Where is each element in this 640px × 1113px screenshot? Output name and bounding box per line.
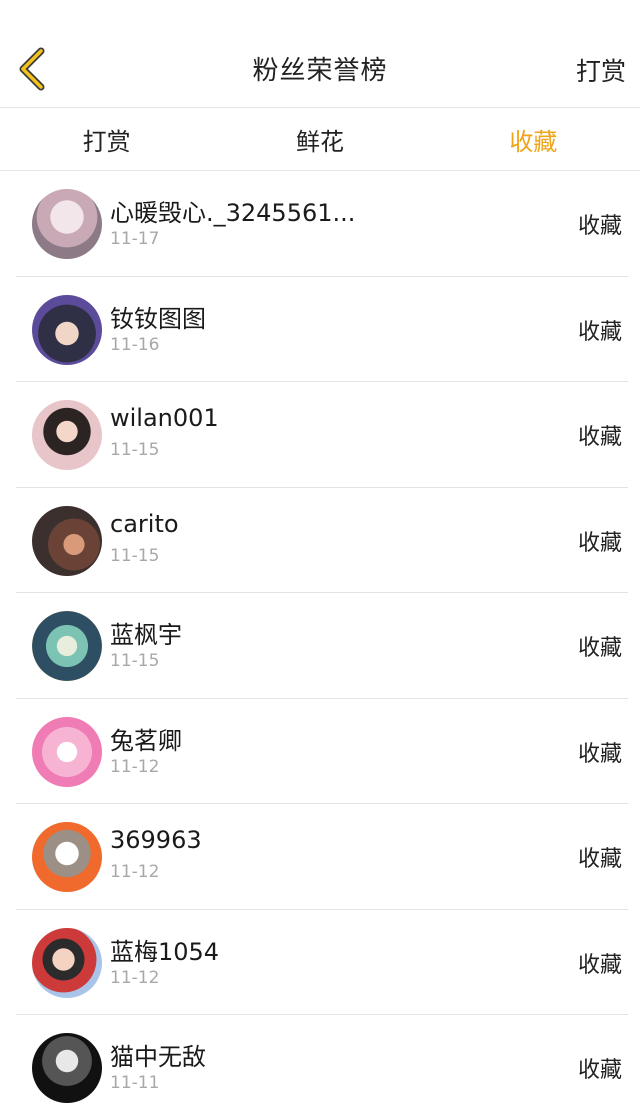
fan-date: 11-15 <box>110 545 160 566</box>
chevron-left-icon <box>19 47 45 91</box>
avatar[interactable] <box>32 189 102 259</box>
fan-name: wilan001 <box>110 404 219 432</box>
avatar[interactable] <box>32 927 102 998</box>
fan-date: 11-11 <box>110 1073 160 1093</box>
fan-name: 猫中无敌 <box>110 1043 206 1071</box>
avatar[interactable] <box>32 1033 102 1103</box>
fan-date: 11-17 <box>110 229 160 249</box>
avatar[interactable] <box>32 294 102 365</box>
fan-name: 心暖毁心._3245561... <box>110 199 356 227</box>
fan-action: 收藏 <box>577 741 622 767</box>
tab-bar: 打赏 鲜花 收藏 <box>0 108 640 171</box>
fan-name: 钕钕图图 <box>110 304 206 333</box>
fan-list: 心暖毁心._3245561... 11-17 收藏 钕钕图图 11-16 收藏 … <box>0 171 640 1113</box>
list-item[interactable]: 猫中无敌 11-11 收藏 <box>16 1015 628 1113</box>
fan-action: 收藏 <box>577 425 622 450</box>
fan-action: 收藏 <box>577 1058 622 1083</box>
fan-action: 收藏 <box>577 952 622 978</box>
page-title: 粉丝荣誉榜 <box>252 56 388 86</box>
tab-favorites[interactable]: 收藏 <box>427 108 640 170</box>
list-item[interactable]: carito 11-15 收藏 <box>16 488 628 593</box>
fan-action: 收藏 <box>577 847 622 872</box>
list-item[interactable]: 蓝枫宇 11-15 收藏 <box>16 593 628 699</box>
list-item[interactable]: wilan001 11-15 收藏 <box>16 382 628 488</box>
avatar[interactable] <box>32 400 102 470</box>
fan-name: 兔茗卿 <box>110 726 182 755</box>
fan-action: 收藏 <box>577 636 622 661</box>
fan-date: 11-15 <box>110 651 160 671</box>
avatar[interactable] <box>32 716 102 787</box>
fan-date: 11-12 <box>110 862 160 882</box>
tab-reward[interactable]: 打赏 <box>0 108 213 170</box>
fan-date: 11-15 <box>110 440 160 460</box>
reward-button[interactable]: 打赏 <box>576 52 626 88</box>
fan-name: carito <box>110 509 179 538</box>
fan-date: 11-12 <box>110 756 160 777</box>
tab-flowers[interactable]: 鲜花 <box>213 108 426 170</box>
fan-date: 11-12 <box>110 967 160 988</box>
fan-action: 收藏 <box>577 319 622 345</box>
avatar[interactable] <box>32 822 102 892</box>
fan-action: 收藏 <box>577 530 622 556</box>
avatar[interactable] <box>32 611 102 681</box>
list-item[interactable]: 蓝梅1054 11-12 收藏 <box>16 910 628 1015</box>
avatar[interactable] <box>32 505 102 576</box>
list-item[interactable]: 钕钕图图 11-16 收藏 <box>16 277 628 382</box>
back-button[interactable] <box>10 45 54 93</box>
fan-date: 11-16 <box>110 334 160 355</box>
fan-action: 收藏 <box>577 214 622 239</box>
fan-name: 369963 <box>110 826 202 854</box>
fan-name: 蓝枫宇 <box>110 621 182 649</box>
list-item[interactable]: 369963 11-12 收藏 <box>16 804 628 910</box>
list-item[interactable]: 兔茗卿 11-12 收藏 <box>16 699 628 804</box>
fan-name: 蓝梅1054 <box>110 937 220 966</box>
nav-bar: 粉丝荣誉榜 打赏 <box>0 30 640 108</box>
list-item[interactable]: 心暖毁心._3245561... 11-17 收藏 <box>16 171 628 277</box>
status-area <box>0 0 640 30</box>
